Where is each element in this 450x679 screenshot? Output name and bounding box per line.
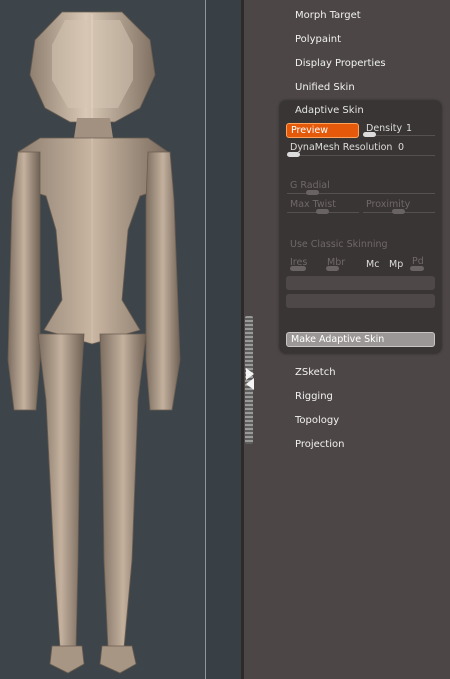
proximity-slider[interactable] [392,209,405,214]
tray-collapse-arrow-icon[interactable] [246,378,254,390]
menu-unified-skin[interactable]: Unified Skin [295,82,355,93]
menu-display-properties[interactable]: Display Properties [295,58,386,69]
mc-toggle[interactable]: Mc [366,259,379,270]
disabled-option-button-2[interactable] [286,294,435,308]
preview-button[interactable]: Preview [286,123,359,138]
3d-viewport[interactable] [0,0,241,679]
g-radial-slider[interactable] [306,190,319,195]
dynamesh-resolution-value: 0 [398,142,405,153]
density-slider[interactable] [363,132,376,137]
adaptive-skin-panel [280,101,441,353]
ires-slider[interactable] [290,266,306,271]
mp-toggle[interactable]: Mp [389,259,403,270]
menu-morph-target[interactable]: Morph Target [295,10,361,21]
dynamesh-resolution-slider-track [287,155,435,156]
viewport-strip [206,0,241,679]
mbr-slider[interactable] [326,266,339,271]
max-twist-label: Max Twist [290,199,336,210]
adaptive-skin-title[interactable]: Adaptive Skin [295,105,364,116]
disabled-option-button-1[interactable] [286,276,435,290]
menu-projection[interactable]: Projection [295,439,344,450]
max-twist-slider[interactable] [316,209,329,214]
density-value: 1 [406,123,413,134]
make-adaptive-skin-button[interactable]: Make Adaptive Skin [286,332,435,347]
use-classic-skinning-label[interactable]: Use Classic Skinning [290,239,388,250]
menu-rigging[interactable]: Rigging [295,391,333,402]
menu-zsketch[interactable]: ZSketch [295,367,336,378]
pd-slider[interactable] [410,266,424,271]
menu-topology[interactable]: Topology [295,415,339,426]
viewport-divider-line [205,0,206,679]
dynamesh-resolution-label: DynaMesh Resolution [290,142,393,153]
dynamesh-resolution-slider[interactable] [287,152,300,157]
menu-polypaint[interactable]: Polypaint [295,34,341,45]
